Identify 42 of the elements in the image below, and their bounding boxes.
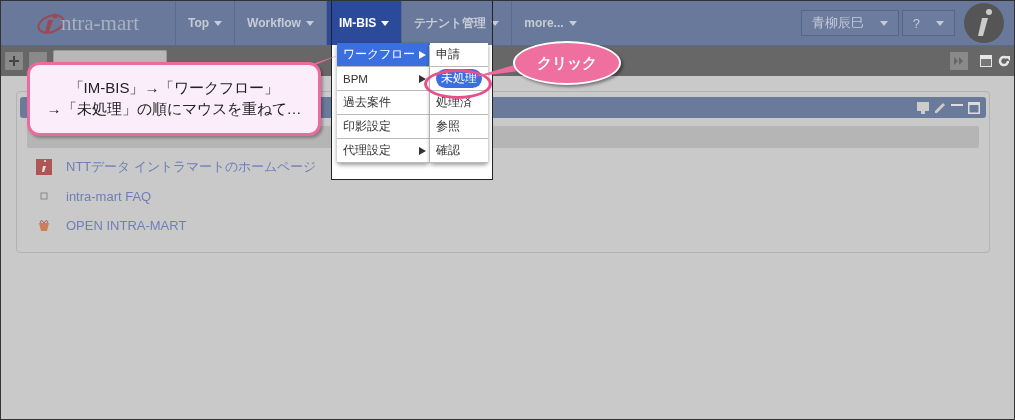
menu-item[interactable]: 印影設定	[337, 115, 429, 139]
callout-text: →「未処理」の順にマウスを重ねて…	[46, 100, 302, 119]
maximize-icon[interactable]	[968, 101, 980, 114]
nav-menu[interactable]: Workflow	[234, 1, 326, 45]
caret-icon	[491, 20, 500, 26]
caret-icon	[305, 20, 314, 26]
caret-icon	[879, 20, 888, 26]
add-button[interactable]	[5, 52, 23, 70]
submenu-item[interactable]: 参照	[436, 119, 460, 134]
plus-icon	[9, 56, 19, 66]
callout-text: 「IM-BIS」→「ワークフロー」	[68, 79, 280, 98]
logo-icon[interactable]	[962, 1, 1006, 45]
pencil-icon[interactable]	[934, 101, 946, 114]
user-menu[interactable]: 青柳辰巳	[800, 10, 899, 36]
logo-text: ntra-mart	[60, 10, 140, 36]
window-icon[interactable]	[980, 55, 992, 67]
link[interactable]: OPEN INTRA-MART	[66, 217, 187, 233]
menu-item[interactable]: 過去案件	[337, 91, 429, 115]
menu-item[interactable]: ワークフロー	[337, 43, 429, 67]
submenu-item[interactable]: 確認	[436, 143, 460, 158]
monitor-icon[interactable]	[917, 101, 929, 114]
nav-menu[interactable]: IM-BIS	[325, 1, 402, 45]
arrow-icon	[419, 50, 426, 59]
help-menu[interactable]: ?	[901, 10, 955, 36]
link[interactable]: intra-mart FAQ	[66, 188, 152, 204]
caret-icon	[568, 20, 577, 26]
logo-icon	[36, 159, 52, 175]
forward-icon	[954, 57, 964, 65]
gift-icon	[36, 217, 52, 233]
refresh-icon[interactable]	[998, 55, 1010, 67]
link[interactable]: NTTデータ イントラマートのホームページ	[66, 158, 316, 176]
menu-item[interactable]: 代理設定	[337, 139, 429, 163]
caret-icon	[381, 20, 390, 26]
bubble-text: クリック	[537, 53, 597, 73]
submenu-item[interactable]: 申請	[436, 47, 460, 62]
caret-icon	[936, 20, 944, 26]
arrow-icon	[419, 146, 426, 155]
caret-icon	[214, 20, 223, 26]
arrow-icon	[419, 74, 426, 83]
menu-item[interactable]: BPM	[337, 67, 429, 91]
forward-button[interactable]	[950, 52, 968, 70]
nav-menu[interactable]: Top	[175, 1, 235, 45]
